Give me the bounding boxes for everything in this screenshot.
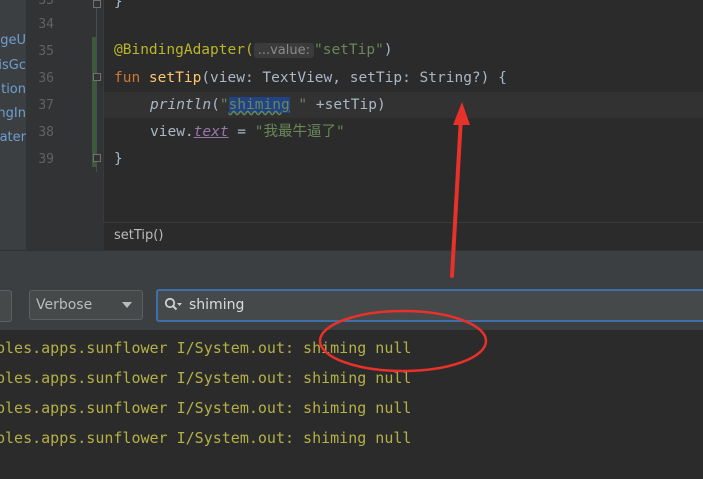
line-number: 34 xyxy=(38,17,54,32)
line-number: 37 xyxy=(38,98,54,113)
logcat-header xyxy=(0,250,703,284)
line-number: 39 xyxy=(38,152,54,167)
chevron-down-icon[interactable] xyxy=(122,302,132,308)
annotation-token: @BindingAdapter( xyxy=(114,42,254,58)
search-input[interactable] xyxy=(189,295,689,315)
string-token: "setTip" xyxy=(313,42,384,58)
log-line: ples.apps.sunflower I/System.out: shimin… xyxy=(0,429,412,447)
code-line-35: @BindingAdapter(...value: "setTip") xyxy=(114,42,393,58)
function-call: println xyxy=(150,97,212,113)
line-number: 36 xyxy=(38,71,54,86)
code-line-36: fun setTip(view: TextView, setTip: Strin… xyxy=(114,70,507,86)
line-number: 33 xyxy=(38,0,54,8)
function-name: setTip xyxy=(148,70,202,86)
parameter-hint: ...value: xyxy=(253,43,314,58)
device-dropdown[interactable] xyxy=(0,290,12,322)
code-line-37: println("shiming " +setTip) xyxy=(150,97,386,113)
search-icon[interactable] xyxy=(164,297,182,313)
line-number: 35 xyxy=(38,44,54,59)
log-line: ples.apps.sunflower I/System.out: shimin… xyxy=(0,369,412,387)
code-line-39: } xyxy=(114,151,123,167)
code-editor[interactable]: } @BindingAdapter(...value: "setTip") fun… xyxy=(104,0,703,222)
line-number: 38 xyxy=(38,125,54,140)
selected-text[interactable]: shiming xyxy=(228,97,290,113)
log-line: ples.apps.sunflower I/System.out: shimin… xyxy=(0,339,412,357)
fold-marker-icon[interactable] xyxy=(93,73,101,81)
vcs-change-marker[interactable] xyxy=(92,37,96,167)
breadcrumb[interactable]: setTip() xyxy=(114,228,163,243)
keyword-token: fun xyxy=(114,70,149,86)
code-line-38: view.text = "我最牛逼了" xyxy=(150,124,345,140)
log-level-label: Verbose xyxy=(36,297,93,313)
property-token: text xyxy=(193,124,229,140)
log-line: ples.apps.sunflower I/System.out: shimin… xyxy=(0,399,412,417)
log-output[interactable]: ples.apps.sunflower I/System.out: shimin… xyxy=(0,330,703,479)
fold-marker-icon[interactable] xyxy=(93,0,101,8)
fold-guide xyxy=(96,0,97,172)
string-token: "我最牛逼了" xyxy=(254,124,345,140)
breadcrumb-bar xyxy=(104,222,703,251)
fold-marker-icon[interactable] xyxy=(93,154,101,162)
code-line-33: } xyxy=(114,0,123,10)
